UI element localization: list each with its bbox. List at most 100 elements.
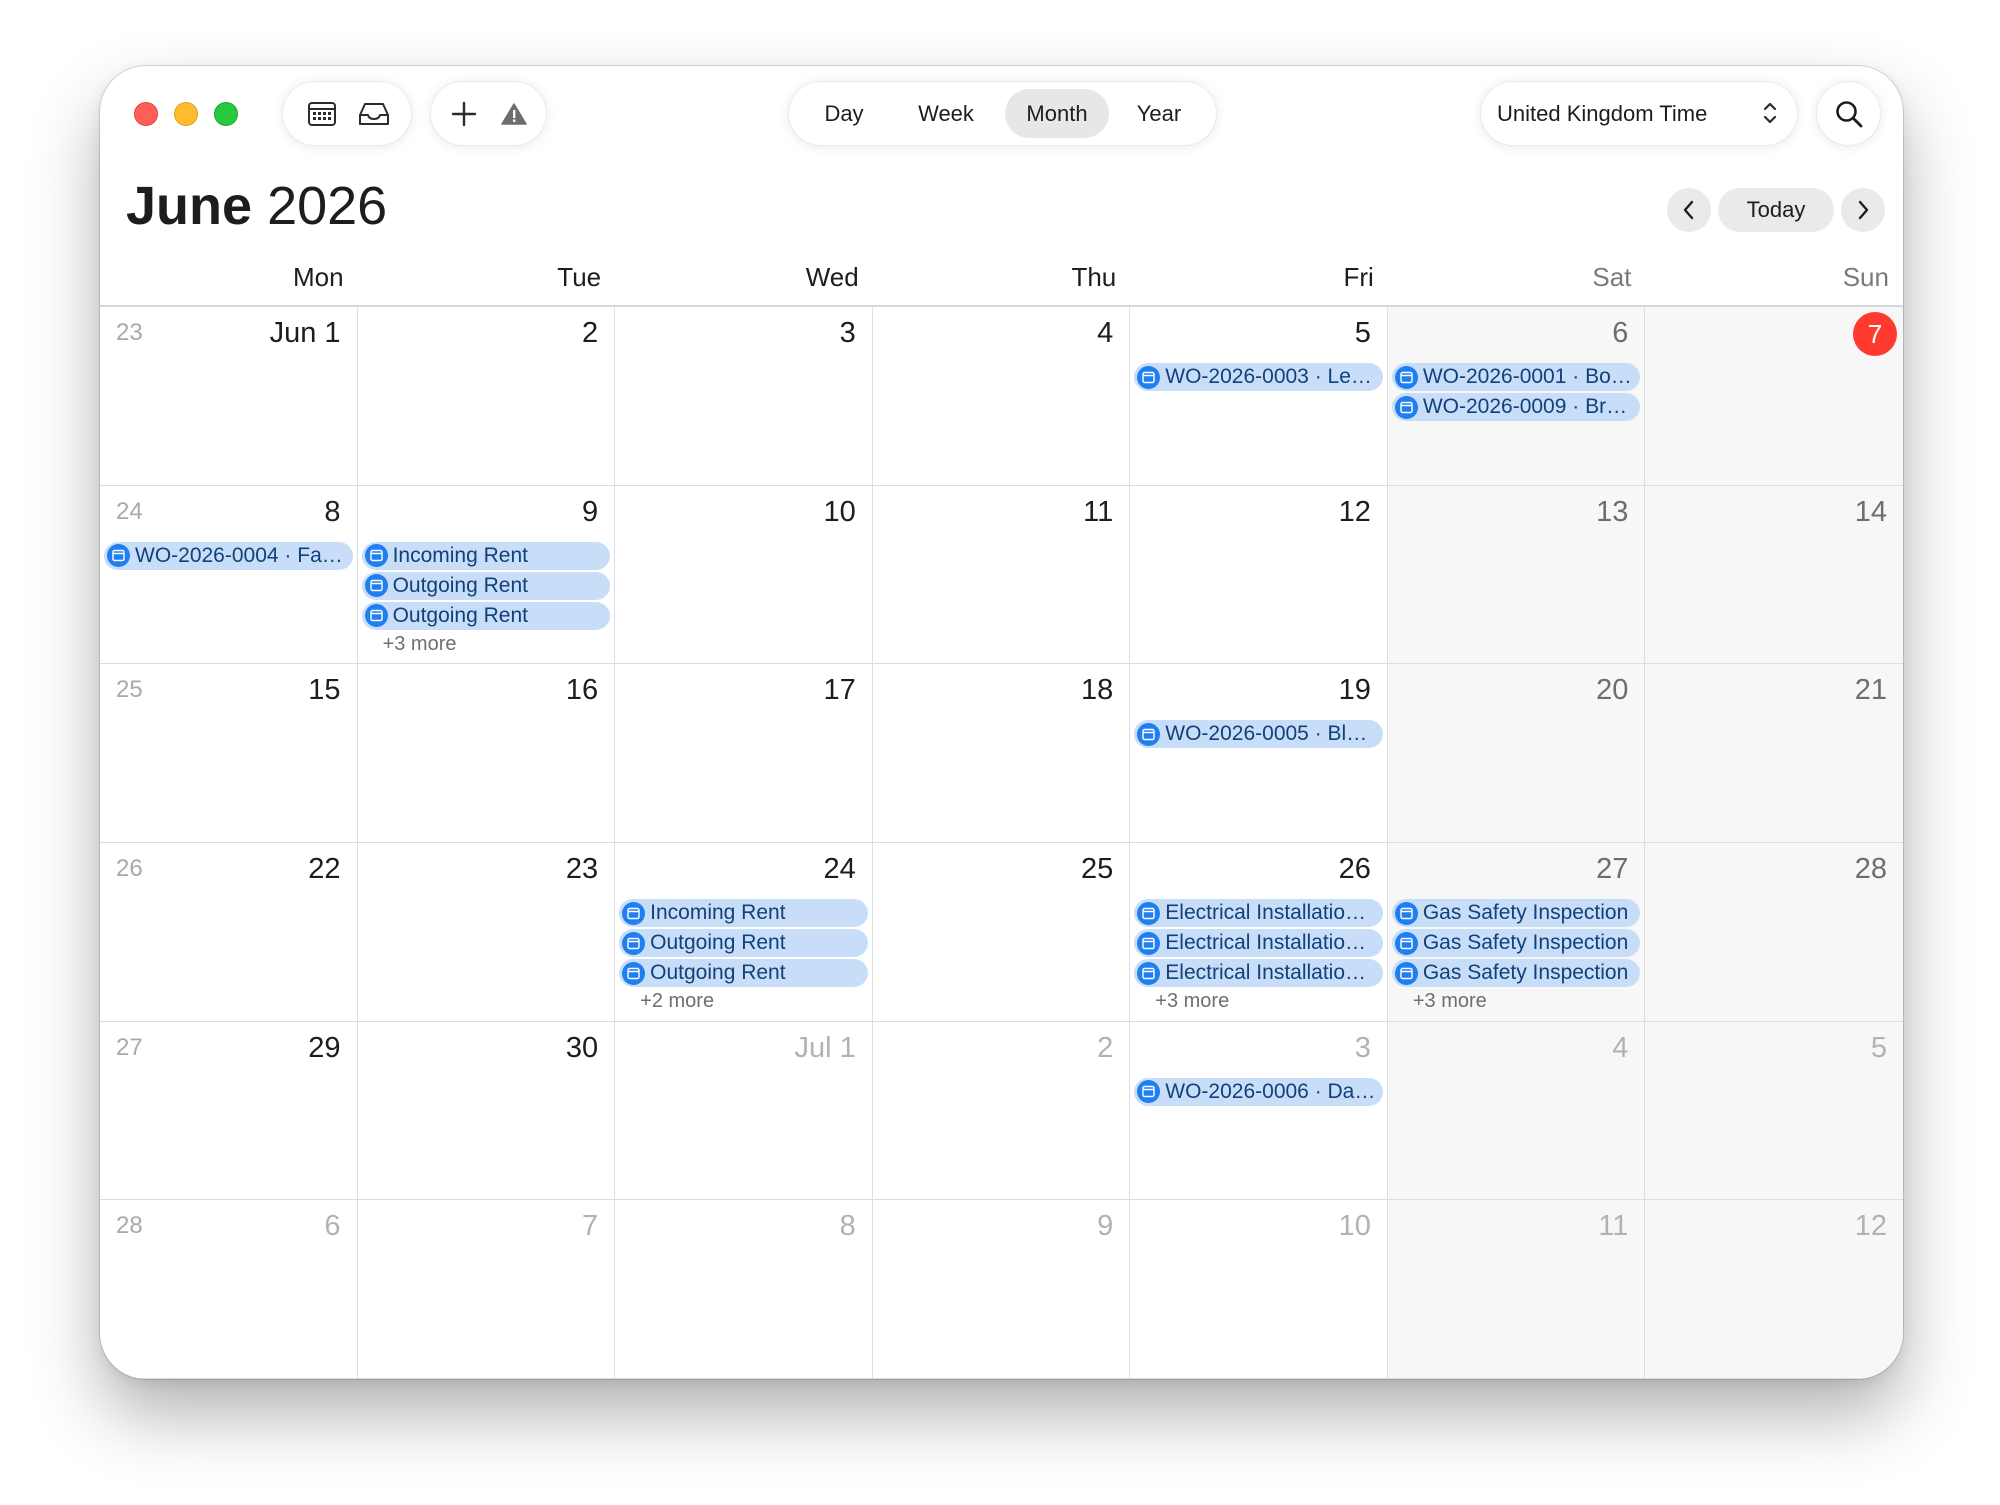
calendar-event[interactable]: Electrical Installation Condition Report [1134, 929, 1383, 957]
day-cell[interactable]: 18 [872, 664, 1131, 843]
day-cell[interactable]: 19 WO-2026-0005 · Blocked drain [1130, 664, 1388, 843]
close-window-button[interactable] [134, 102, 158, 126]
day-cell[interactable]: 2 [872, 1021, 1131, 1201]
view-switcher: Day Week Month Year [789, 82, 1216, 145]
event-title: Outgoing Rent [650, 961, 786, 984]
event-title: Gas Safety Inspection [1422, 961, 1629, 984]
view-month-button[interactable]: Month [1005, 89, 1109, 138]
day-number: 6 [324, 1210, 341, 1243]
view-year-button[interactable]: Year [1111, 89, 1207, 138]
next-month-button[interactable] [1841, 188, 1885, 232]
more-events-link[interactable]: +2 more [619, 989, 868, 1013]
day-cell[interactable]: 26 Electrical Installation Condition Repo… [1130, 843, 1388, 1022]
calendar-event[interactable]: WO-2026-0009 · Broken window latch [1391, 393, 1641, 421]
day-cell[interactable]: 10 [1130, 1200, 1388, 1379]
calendar-event[interactable]: Gas Safety Inspection [1391, 959, 1641, 987]
day-cell[interactable]: 12 [1645, 1200, 1903, 1379]
calendar-event[interactable]: WO-2026-0004 · Faulty smoke alarm [104, 541, 353, 570]
timezone-selector[interactable]: United Kingdom Time [1481, 82, 1797, 145]
day-cell[interactable]: 13 [1387, 485, 1646, 665]
day-cell[interactable]: Jul 1 [615, 1021, 873, 1201]
day-cell[interactable]: 4 [872, 307, 1131, 486]
day-cell[interactable]: 7 [357, 1200, 616, 1379]
day-cell[interactable]: 9 [872, 1200, 1131, 1379]
day-cell[interactable]: 3 WO-2026-0006 · Damp in bathroom [1130, 1021, 1388, 1201]
day-cell[interactable]: 3 [615, 307, 873, 486]
more-events-link[interactable]: +3 more [362, 632, 611, 656]
day-cell[interactable]: 17 [615, 664, 873, 843]
add-icon[interactable] [439, 82, 489, 145]
warning-icon[interactable] [489, 82, 539, 145]
day-cell[interactable]: 11 [1387, 1200, 1646, 1379]
day-cell[interactable]: 28 [1645, 843, 1903, 1022]
day-cell[interactable]: 27 29 [100, 1021, 358, 1201]
day-number: 10 [823, 495, 856, 528]
day-cell[interactable]: 16 [357, 664, 616, 843]
event-calendar-icon [1394, 365, 1418, 389]
calendar-event[interactable]: Outgoing Rent [619, 929, 868, 957]
calendar-event[interactable]: Gas Safety Inspection [1391, 899, 1641, 927]
day-cell[interactable]: 24 8 WO-2026-0004 · Faulty smoke alarm [100, 485, 358, 665]
event-list: Electrical Installation Condition Report… [1134, 899, 1383, 1013]
calendar-event[interactable]: Incoming Rent [361, 541, 611, 570]
more-events-link[interactable]: +3 more [1134, 989, 1383, 1013]
day-cell[interactable]: 6WO-2026-0001 · Boiler serviceWO-2026-00… [1387, 307, 1646, 486]
page-title: June 2026 [126, 174, 387, 238]
calendar-event[interactable]: WO-2026-0006 · Damp in bathroom [1134, 1077, 1383, 1106]
search-button[interactable] [1817, 82, 1880, 145]
calendar-event[interactable]: WO-2026-0003 · Leaking kitchen tap [1134, 363, 1383, 391]
zoom-window-button[interactable] [214, 102, 238, 126]
day-cell[interactable]: 25 [872, 843, 1131, 1022]
week-number: 28 [116, 1212, 143, 1240]
day-cell[interactable]: 2 [357, 307, 616, 486]
previous-month-button[interactable] [1667, 188, 1711, 232]
day-cell[interactable]: 5 [1645, 1021, 1903, 1201]
day-number: 11 [1598, 1210, 1629, 1243]
day-cell[interactable]: 23 Jun 1 [100, 307, 358, 486]
today-button[interactable]: Today [1718, 188, 1834, 232]
day-cell[interactable]: 12 [1130, 485, 1388, 665]
event-title: Electrical Installation Condition Report [1165, 931, 1383, 954]
day-cell[interactable]: 5 WO-2026-0003 · Leaking kitchen tap [1130, 307, 1388, 486]
calendar-event[interactable]: WO-2026-0005 · Blocked drain [1134, 720, 1383, 749]
view-week-button[interactable]: Week [891, 89, 1001, 138]
calendar-event[interactable]: Electrical Installation Condition Report [1134, 959, 1383, 987]
event-calendar-icon [364, 574, 388, 598]
weekday-label: Mon [292, 262, 344, 292]
calendar-event[interactable]: Gas Safety Inspection [1391, 929, 1641, 957]
day-cell[interactable]: 20 [1387, 664, 1646, 843]
day-cell[interactable]: 10 [615, 485, 873, 665]
day-cell[interactable]: 23 [357, 843, 616, 1022]
day-cell[interactable]: 30 [357, 1021, 616, 1201]
day-number: 15 [308, 674, 341, 707]
day-number: 26 [1338, 853, 1371, 885]
day-cell[interactable]: 25 15 [100, 664, 358, 843]
day-cell[interactable]: 9 Incoming Rent Outgoing Rent Outgoing Rent… [357, 485, 616, 665]
day-cell[interactable]: 28 6 [100, 1200, 358, 1379]
day-cell[interactable]: 7 [1645, 307, 1903, 486]
calendar-event[interactable]: Electrical Installation Condition Report [1134, 899, 1383, 927]
day-number: Jun 1 [269, 317, 341, 349]
timezone-label: United Kingdom Time [1497, 101, 1708, 126]
day-cell[interactable]: 24 Incoming Rent Outgoing Rent Outgoing Ren… [615, 843, 873, 1022]
day-cell[interactable]: 26 22 [100, 843, 358, 1022]
inbox-icon[interactable] [349, 82, 399, 145]
calendar-event[interactable]: Outgoing Rent [619, 959, 868, 987]
more-events-link[interactable]: +3 more [1392, 989, 1641, 1013]
calendar-event[interactable]: Outgoing Rent [361, 571, 611, 600]
calendar-event[interactable]: Outgoing Rent [361, 601, 611, 630]
day-number: 3 [1354, 1031, 1371, 1064]
calendar-event[interactable]: WO-2026-0001 · Boiler service [1391, 363, 1641, 391]
day-cell[interactable]: 11 [872, 485, 1131, 665]
day-number: 18 [1081, 674, 1114, 707]
day-cell[interactable]: 14 [1645, 485, 1903, 665]
day-cell[interactable]: 27 Gas Safety Inspection Gas Safety Inspec… [1387, 843, 1646, 1022]
week-number: 27 [116, 1033, 143, 1061]
minimize-window-button[interactable] [174, 102, 198, 126]
day-cell[interactable]: 21 [1645, 664, 1903, 843]
calendar-list-icon[interactable] [297, 82, 347, 145]
view-day-button[interactable]: Day [797, 89, 891, 138]
calendar-event[interactable]: Incoming Rent [619, 899, 868, 927]
day-cell[interactable]: 8 [615, 1200, 873, 1379]
day-cell[interactable]: 4 [1387, 1021, 1646, 1201]
